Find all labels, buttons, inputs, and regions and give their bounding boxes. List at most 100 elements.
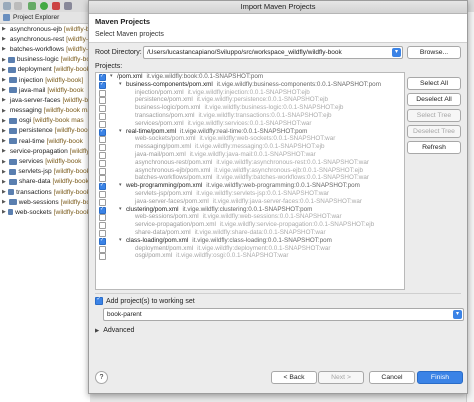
project-row[interactable]: web-sessions/pom.xml it.vige.wildfly:web-…	[96, 213, 404, 222]
project-row[interactable]: java-mail/pom.xml it.vige.wildfly:java-ma…	[96, 151, 404, 159]
explorer-item[interactable]: ▶ web-sockets [wildfly-book	[0, 207, 90, 217]
tree-toggle-icon[interactable]: ▾	[119, 237, 122, 245]
explorer-item[interactable]: ▶ injection [wildfly-book]	[0, 75, 90, 85]
project-row[interactable]: ▾ /pom.xmlit.vige.wildfly:book:0.0.1-SNAP…	[96, 73, 404, 81]
tree-toggle-icon[interactable]: ▾	[119, 206, 122, 214]
expand-arrow-icon[interactable]: ▶	[2, 159, 7, 165]
tree-toggle-icon[interactable]: ▾	[119, 182, 122, 190]
explorer-item[interactable]: ▶ real-time [wildfly-book	[0, 136, 90, 146]
finish-button[interactable]: Finish	[417, 371, 463, 384]
explorer-item[interactable]: ▶service-propagation[wildfly-b	[0, 146, 90, 156]
explorer-item[interactable]: ▶ java-mail [wildfly-book	[0, 85, 90, 95]
cancel-button[interactable]: Cancel	[369, 371, 415, 384]
project-row[interactable]: batches-workflows/pom.xml it.vige.wildfly…	[96, 174, 404, 183]
expand-arrow-icon[interactable]: ▶	[2, 148, 6, 154]
explorer-item[interactable]: ▶ share-data [wildfly-book	[0, 177, 90, 187]
expand-arrow-icon[interactable]: ▶	[2, 36, 6, 42]
project-row[interactable]: deployment/pom.xml it.vige.wildfly:deploy…	[96, 245, 404, 253]
explorer-item[interactable]: ▶asynchronous-ejb[wildfly-book	[0, 24, 90, 34]
explorer-tab[interactable]: Project Explorer	[0, 12, 90, 24]
project-row[interactable]: ▾ real-time/pom.xmlit.vige.wildfly:real-t…	[96, 128, 404, 136]
next-button[interactable]: Next >	[318, 371, 364, 384]
explorer-item[interactable]: ▶ business-logic [wildfly-bo	[0, 55, 90, 65]
expand-arrow-icon[interactable]: ▶	[2, 169, 7, 175]
project-row[interactable]: services/pom.xml it.vige.wildfly:services…	[96, 120, 404, 128]
project-row[interactable]: servlets-jsp/pom.xml it.vige.wildfly:serv…	[96, 190, 404, 198]
expand-arrow-icon[interactable]: ▶	[2, 179, 7, 185]
project-row[interactable]: ▾ business-components/pom.xmlit.vige.wild…	[96, 81, 404, 89]
back-button[interactable]: < Back	[271, 371, 317, 384]
new-icon[interactable]	[3, 2, 11, 10]
expand-arrow-icon[interactable]: ▶	[2, 128, 7, 134]
expand-arrow-icon[interactable]: ▶	[2, 138, 7, 144]
help-icon[interactable]: ?	[95, 371, 108, 384]
expand-arrow-icon[interactable]: ▶	[2, 57, 6, 63]
tree-toggle-icon[interactable]: ▾	[119, 128, 122, 136]
project-checkbox[interactable]	[99, 253, 106, 261]
advanced-toggle[interactable]: ▶ Advanced	[95, 327, 134, 334]
stop-icon[interactable]	[52, 2, 60, 10]
project-row[interactable]: business-logic/pom.xml it.vige.wildfly:bu…	[96, 104, 404, 113]
project-row[interactable]: asynchronous-rest/pom.xml it.vige.wildfly…	[96, 159, 404, 167]
project-row[interactable]: share-data/pom.xml it.vige.wildfly:share-…	[96, 229, 404, 237]
root-directory-combo[interactable]: /Users/lucastancapiano/Sviluppo/src/work…	[143, 45, 403, 59]
explorer-item[interactable]: ▶ messaging [wildfly-book mas	[0, 106, 90, 116]
project-row[interactable]: service-propagation/pom.xml it.vige.wildf…	[96, 221, 404, 230]
chevron-down-icon[interactable]: ▾	[453, 310, 462, 319]
expand-arrow-icon[interactable]: ▶	[2, 67, 6, 73]
tree-toggle-icon[interactable]: ▾	[119, 81, 122, 89]
explorer-item[interactable]: ▶java-server-faces[wildfly-book	[0, 95, 90, 105]
expand-arrow-icon[interactable]: ▶	[2, 87, 7, 93]
expand-arrow-icon[interactable]: ▶	[2, 189, 6, 195]
project-row[interactable]: ▾ web-programming/pom.xmlit.vige.wildfly:…	[96, 182, 404, 191]
project-row[interactable]: web-sockets/pom.xml it.vige.wildfly:web-s…	[96, 135, 404, 144]
explorer-item[interactable]: ▶ deployment [wildfly-book	[0, 65, 90, 75]
project-coordinates: it.vige.wildfly:messaging:0.0.1-SNAPSHOT…	[195, 143, 325, 151]
explorer-item[interactable]: ▶ batches-workflows [wildfly-b	[0, 44, 90, 54]
explorer-item[interactable]: ▶ web-sessions [wildfly-bo	[0, 197, 90, 207]
explorer-item[interactable]: ▶ osgi [wildfly-book mas	[0, 116, 90, 126]
project-row[interactable]: asynchronous-ejb/pom.xml it.vige.wildfly:…	[96, 167, 404, 175]
select-tree-button[interactable]: Select Tree	[407, 109, 461, 122]
tree-toggle-icon[interactable]: ▾	[110, 73, 113, 81]
project-row[interactable]: ▾ clustering/pom.xmlit.vige.wildfly:clust…	[96, 206, 404, 214]
explorer-item[interactable]: ▶asynchronous-rest[wildfly-book	[0, 34, 90, 44]
browse-button[interactable]: Browse...	[407, 45, 461, 59]
working-set-checkbox[interactable]	[95, 296, 103, 305]
disclosure-triangle-icon[interactable]: ▶	[95, 328, 99, 334]
explorer-item[interactable]: ▶ servlets-jsp [wildfly-book	[0, 167, 90, 177]
project-row[interactable]: injection/pom.xml it.vige.wildfly:injecti…	[96, 89, 404, 97]
expand-arrow-icon[interactable]: ▶	[2, 26, 6, 32]
server-icon[interactable]	[64, 2, 72, 10]
project-row[interactable]: osgi/pom.xml it.vige.wildfly:osgi:0.0.1-S…	[96, 252, 404, 261]
deselect-tree-button[interactable]: Deselect Tree	[407, 125, 461, 138]
refresh-button[interactable]: Refresh	[407, 141, 461, 154]
run-icon[interactable]	[40, 2, 48, 10]
working-set-combo[interactable]: book-parent ▾	[103, 308, 464, 321]
deselect-all-button[interactable]: Deselect All	[407, 93, 461, 106]
expand-arrow-icon[interactable]: ▶	[2, 199, 7, 205]
project-row[interactable]: ▾ class-loading/pom.xmlit.vige.wildfly:cl…	[96, 237, 404, 245]
project-row[interactable]: java-server-faces/pom.xml it.vige.wildfly…	[96, 198, 404, 206]
project-row[interactable]: messaging/pom.xml it.vige.wildfly:messagi…	[96, 143, 404, 152]
project-pom-path: persistence/pom.xml	[135, 96, 193, 104]
explorer-item[interactable]: ▶ transactions [wildfly-book	[0, 187, 90, 197]
explorer-item-suffix: [wildfly-book	[63, 25, 90, 33]
debug-icon[interactable]	[28, 2, 36, 10]
explorer-item[interactable]: ▶ persistence [wildfly-boo	[0, 126, 90, 136]
select-all-button[interactable]: Select All	[407, 77, 461, 90]
projects-tree[interactable]: ▾/pom.xmlit.vige.wildfly:book:0.0.1-SNAP…	[95, 72, 405, 290]
expand-arrow-icon[interactable]: ▶	[2, 209, 6, 215]
expand-arrow-icon[interactable]: ▶	[2, 108, 6, 114]
expand-arrow-icon[interactable]: ▶	[2, 46, 6, 52]
project-row[interactable]: persistence/pom.xml it.vige.wildfly:persi…	[96, 96, 404, 105]
expand-arrow-icon[interactable]: ▶	[2, 77, 7, 83]
working-set-row[interactable]: Add project(s) to working set	[95, 296, 195, 305]
explorer-item-label: asynchronous-ejb	[9, 25, 62, 33]
chevron-down-icon[interactable]: ▾	[392, 47, 401, 57]
expand-arrow-icon[interactable]: ▶	[2, 118, 7, 124]
explorer-item[interactable]: ▶ services [wildfly-book	[0, 156, 90, 166]
expand-arrow-icon[interactable]: ▶	[2, 97, 6, 103]
save-icon[interactable]	[14, 2, 22, 10]
project-row[interactable]: transactions/pom.xml it.vige.wildfly:tran…	[96, 112, 404, 120]
